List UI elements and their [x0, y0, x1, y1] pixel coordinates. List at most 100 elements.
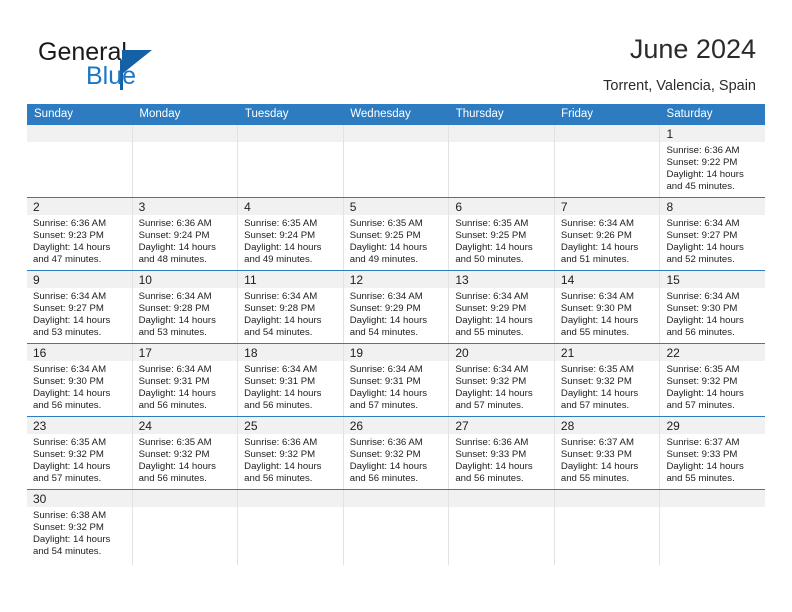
day-details: Sunrise: 6:35 AM Sunset: 9:32 PM Dayligh…: [660, 361, 765, 412]
day-cell[interactable]: 23 Sunrise: 6:35 AM Sunset: 9:32 PM Dayl…: [27, 417, 133, 489]
day-cell[interactable]: 26 Sunrise: 6:36 AM Sunset: 9:32 PM Dayl…: [343, 417, 450, 489]
day-cell: [238, 125, 344, 197]
sunrise-text: Sunrise: 6:34 AM: [33, 291, 107, 302]
general-blue-logo: General Blue: [38, 38, 218, 90]
daylight-text-line2: and 53 minutes.: [138, 326, 207, 338]
sunset-text: Sunset: 9:31 PM: [349, 375, 421, 387]
day-cell[interactable]: 2 Sunrise: 6:36 AM Sunset: 9:23 PM Dayli…: [27, 198, 133, 270]
daylight-text-line2: and 56 minutes.: [349, 472, 419, 484]
sunrise-text: Sunrise: 6:34 AM: [560, 291, 634, 302]
sunset-text: Sunset: 9:32 PM: [244, 448, 316, 460]
sunset-text: Sunset: 9:32 PM: [455, 375, 527, 387]
day-cell[interactable]: 22 Sunrise: 6:35 AM Sunset: 9:32 PM Dayl…: [660, 344, 766, 416]
weekday-header-thursday: Thursday: [455, 108, 504, 120]
day-number: 13: [455, 273, 469, 287]
day-cell[interactable]: 30 Sunrise: 6:38 AM Sunset: 9:32 PM Dayl…: [27, 490, 133, 565]
logo-text-blue: Blue: [86, 62, 137, 90]
day-cell[interactable]: 1 Sunrise: 6:36 AM Sunset: 9:22 PM Dayli…: [660, 125, 766, 197]
sunrise-text: Sunrise: 6:35 AM: [560, 364, 634, 375]
day-cell[interactable]: 28 Sunrise: 6:37 AM Sunset: 9:33 PM Dayl…: [554, 417, 661, 489]
sunset-text: Sunset: 9:29 PM: [349, 302, 421, 314]
daylight-text-line2: and 56 minutes.: [244, 472, 313, 484]
sunrise-text: Sunrise: 6:37 AM: [560, 437, 634, 448]
sunrise-text: Sunrise: 6:34 AM: [33, 364, 107, 375]
daylight-text-line1: Daylight: 14 hours: [33, 241, 111, 253]
day-cell[interactable]: 15 Sunrise: 6:34 AM Sunset: 9:30 PM Dayl…: [660, 271, 766, 343]
page-title: June 2024: [629, 34, 756, 64]
sunrise-text: Sunrise: 6:35 AM: [349, 218, 423, 229]
day-details: Sunrise: 6:34 AM Sunset: 9:26 PM Dayligh…: [555, 215, 660, 266]
day-cell[interactable]: 6 Sunrise: 6:35 AM Sunset: 9:25 PM Dayli…: [449, 198, 555, 270]
day-cell[interactable]: 11 Sunrise: 6:34 AM Sunset: 9:28 PM Dayl…: [238, 271, 344, 343]
day-cell: [343, 490, 450, 565]
day-cell[interactable]: 21 Sunrise: 6:35 AM Sunset: 9:32 PM Dayl…: [554, 344, 661, 416]
daylight-text-line1: Daylight: 14 hours: [455, 387, 533, 399]
day-cell[interactable]: 16 Sunrise: 6:34 AM Sunset: 9:30 PM Dayl…: [27, 344, 133, 416]
day-cell[interactable]: 20 Sunrise: 6:34 AM Sunset: 9:32 PM Dayl…: [449, 344, 555, 416]
day-cell[interactable]: 3 Sunrise: 6:36 AM Sunset: 9:24 PM Dayli…: [132, 198, 239, 270]
day-cell[interactable]: 27 Sunrise: 6:36 AM Sunset: 9:33 PM Dayl…: [449, 417, 555, 489]
day-cell[interactable]: 12 Sunrise: 6:34 AM Sunset: 9:29 PM Dayl…: [343, 271, 450, 343]
day-details: Sunrise: 6:35 AM Sunset: 9:25 PM Dayligh…: [449, 215, 554, 266]
daylight-text-line2: and 53 minutes.: [33, 326, 102, 338]
day-cell[interactable]: 10 Sunrise: 6:34 AM Sunset: 9:28 PM Dayl…: [132, 271, 239, 343]
sunset-text: Sunset: 9:32 PM: [560, 375, 632, 387]
calendar-week-row: 30 Sunrise: 6:38 AM Sunset: 9:32 PM Dayl…: [27, 490, 766, 565]
daylight-text-line1: Daylight: 14 hours: [138, 314, 216, 326]
day-cell[interactable]: 17 Sunrise: 6:34 AM Sunset: 9:31 PM Dayl…: [132, 344, 239, 416]
day-details: Sunrise: 6:35 AM Sunset: 9:32 PM Dayligh…: [27, 434, 132, 485]
calendar-week-row: 9 Sunrise: 6:34 AM Sunset: 9:27 PM Dayli…: [27, 271, 766, 344]
day-number: 4: [244, 200, 251, 214]
sunset-text: Sunset: 9:30 PM: [33, 375, 104, 387]
day-cell[interactable]: 5 Sunrise: 6:35 AM Sunset: 9:25 PM Dayli…: [343, 198, 450, 270]
daylight-text-line1: Daylight: 14 hours: [666, 460, 744, 472]
day-number: 7: [560, 200, 568, 214]
day-cell[interactable]: 14 Sunrise: 6:34 AM Sunset: 9:30 PM Dayl…: [554, 271, 661, 343]
sunrise-text: Sunrise: 6:35 AM: [666, 364, 740, 375]
day-details: Sunrise: 6:36 AM Sunset: 9:23 PM Dayligh…: [27, 215, 132, 266]
sunrise-text: Sunrise: 6:34 AM: [138, 291, 212, 302]
sunset-text: Sunset: 9:30 PM: [666, 302, 738, 314]
day-details: Sunrise: 6:34 AM Sunset: 9:32 PM Dayligh…: [449, 361, 554, 412]
day-details: Sunrise: 6:34 AM Sunset: 9:27 PM Dayligh…: [27, 288, 132, 339]
daylight-text-line1: Daylight: 14 hours: [455, 241, 533, 253]
day-details: Sunrise: 6:37 AM Sunset: 9:33 PM Dayligh…: [660, 434, 765, 485]
day-cell[interactable]: 9 Sunrise: 6:34 AM Sunset: 9:27 PM Dayli…: [27, 271, 133, 343]
daylight-text-line2: and 55 minutes.: [560, 472, 630, 484]
daylight-text-line1: Daylight: 14 hours: [666, 241, 744, 253]
day-cell[interactable]: 8 Sunrise: 6:34 AM Sunset: 9:27 PM Dayli…: [660, 198, 766, 270]
day-cell[interactable]: 25 Sunrise: 6:36 AM Sunset: 9:32 PM Dayl…: [238, 417, 344, 489]
day-cell: [343, 125, 450, 197]
day-cell: [132, 490, 239, 565]
daylight-text-line2: and 57 minutes.: [455, 399, 524, 411]
day-cell[interactable]: 19 Sunrise: 6:34 AM Sunset: 9:31 PM Dayl…: [343, 344, 450, 416]
daylight-text-line1: Daylight: 14 hours: [33, 387, 111, 399]
sunrise-text: Sunrise: 6:34 AM: [560, 218, 634, 229]
day-details: Sunrise: 6:36 AM Sunset: 9:32 PM Dayligh…: [238, 434, 343, 485]
sunset-text: Sunset: 9:32 PM: [33, 521, 104, 533]
weekday-header-saturday: Saturday: [666, 108, 713, 120]
daylight-text-line2: and 49 minutes.: [349, 253, 419, 265]
day-details: Sunrise: 6:36 AM Sunset: 9:22 PM Dayligh…: [660, 142, 765, 193]
sunrise-text: Sunrise: 6:36 AM: [138, 218, 212, 229]
day-details: Sunrise: 6:36 AM Sunset: 9:33 PM Dayligh…: [449, 434, 554, 485]
day-cell[interactable]: 4 Sunrise: 6:35 AM Sunset: 9:24 PM Dayli…: [238, 198, 344, 270]
calendar-page: General Blue June 2024 Torrent, Valencia…: [0, 0, 792, 612]
day-number: 10: [138, 273, 152, 287]
daylight-text-line2: and 57 minutes.: [349, 399, 419, 411]
calendar-week-row: 1 Sunrise: 6:36 AM Sunset: 9:22 PM Dayli…: [27, 125, 766, 198]
day-number: 14: [560, 273, 575, 287]
daylight-text-line1: Daylight: 14 hours: [455, 314, 533, 326]
day-cell[interactable]: 29 Sunrise: 6:37 AM Sunset: 9:33 PM Dayl…: [660, 417, 766, 489]
page-subtitle-location: Torrent, Valencia, Spain: [603, 78, 756, 94]
page-header: General Blue June 2024 Torrent, Valencia…: [0, 0, 792, 103]
day-cell[interactable]: 24 Sunrise: 6:35 AM Sunset: 9:32 PM Dayl…: [132, 417, 239, 489]
day-details: Sunrise: 6:34 AM Sunset: 9:28 PM Dayligh…: [133, 288, 238, 339]
day-cell: [660, 490, 766, 565]
day-cell[interactable]: 13 Sunrise: 6:34 AM Sunset: 9:29 PM Dayl…: [449, 271, 555, 343]
day-cell[interactable]: 7 Sunrise: 6:34 AM Sunset: 9:26 PM Dayli…: [554, 198, 661, 270]
day-number: 17: [138, 346, 152, 360]
sunset-text: Sunset: 9:29 PM: [455, 302, 527, 314]
day-details: Sunrise: 6:34 AM Sunset: 9:30 PM Dayligh…: [555, 288, 660, 339]
day-cell[interactable]: 18 Sunrise: 6:34 AM Sunset: 9:31 PM Dayl…: [238, 344, 344, 416]
